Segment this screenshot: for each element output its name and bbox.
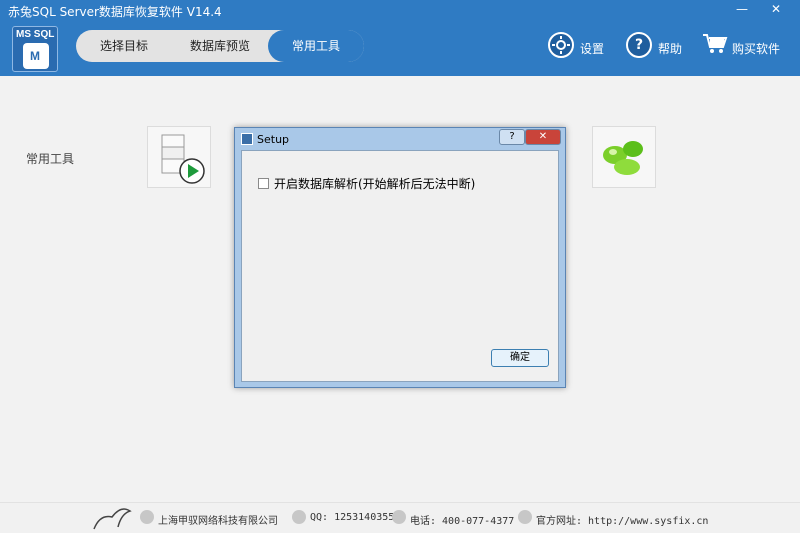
website-link[interactable]: 官方网址: http://www.sysfix.cn xyxy=(536,512,708,527)
logo-text: MS SQL xyxy=(16,29,55,40)
minimize-button[interactable]: — xyxy=(730,0,754,20)
buy-software-label[interactable]: 购买软件 xyxy=(732,40,780,57)
section-label: 常用工具 xyxy=(26,152,75,166)
horse-logo-icon xyxy=(93,508,132,530)
tab-database-preview[interactable]: 数据库预览 xyxy=(172,30,268,62)
qq-number: QQ: 1253140355 xyxy=(310,512,395,523)
dialog-body: 开启数据库解析(开始解析后无法中断) 确定 xyxy=(241,150,559,382)
logo-letter: M xyxy=(30,49,40,63)
header: MS SQL M 选择目标 数据库预览 常用工具 设置 ? 帮助 购买软件 xyxy=(0,20,800,76)
footer: 上海甲驭网络科技有限公司 QQ: 1253140355 电话: 400-077-… xyxy=(0,502,800,533)
tab-common-tools[interactable]: 常用工具 xyxy=(268,30,364,62)
phone-number: 电话: 400-077-4377 xyxy=(410,516,515,527)
settings-label[interactable]: 设置 xyxy=(580,40,604,57)
globe-icon xyxy=(518,510,532,524)
phone-icon xyxy=(392,510,406,524)
dialog-title-bar: Setup ? ✕ xyxy=(235,128,565,150)
help-icon[interactable]: ? xyxy=(626,32,652,58)
settings-gear-icon[interactable] xyxy=(548,32,574,58)
tab-select-target[interactable]: 选择目标 xyxy=(76,30,172,62)
database-icon: M xyxy=(23,43,49,69)
title-bar: 赤兔SQL Server数据库恢复软件 V14.4 — ✕ xyxy=(0,0,800,20)
parse-database-label[interactable]: 开启数据库解析(开始解析后无法中断) xyxy=(274,175,475,192)
database-play-icon xyxy=(161,134,205,184)
building-icon xyxy=(140,510,154,524)
green-leaf-icon xyxy=(603,141,643,175)
parse-database-checkbox[interactable] xyxy=(258,178,269,189)
cart-icon[interactable] xyxy=(702,32,728,56)
tab-bar: 选择目标 数据库预览 常用工具 xyxy=(76,30,364,62)
help-label[interactable]: 帮助 xyxy=(658,40,682,57)
dialog-close-button[interactable]: ✕ xyxy=(525,129,561,145)
tool-cleaner[interactable] xyxy=(592,126,656,188)
gear-icon xyxy=(552,36,570,54)
tool-database-export[interactable] xyxy=(147,126,211,188)
company-name: 上海甲驭网络科技有限公司 xyxy=(158,516,278,527)
app-window: 赤兔SQL Server数据库恢复软件 V14.4 — ✕ MS SQL M 选… xyxy=(0,0,800,533)
window-title: 赤兔SQL Server数据库恢复软件 V14.4 xyxy=(8,5,222,19)
qq-icon xyxy=(292,510,306,524)
dialog-help-button[interactable]: ? xyxy=(499,129,525,145)
app-logo: MS SQL M xyxy=(12,26,58,72)
ok-button[interactable]: 确定 xyxy=(491,349,549,367)
setup-dialog: Setup ? ✕ 开启数据库解析(开始解析后无法中断) 确定 xyxy=(234,127,566,388)
close-button[interactable]: ✕ xyxy=(764,0,788,20)
dialog-title: Setup xyxy=(257,133,290,146)
window-icon xyxy=(241,133,253,145)
